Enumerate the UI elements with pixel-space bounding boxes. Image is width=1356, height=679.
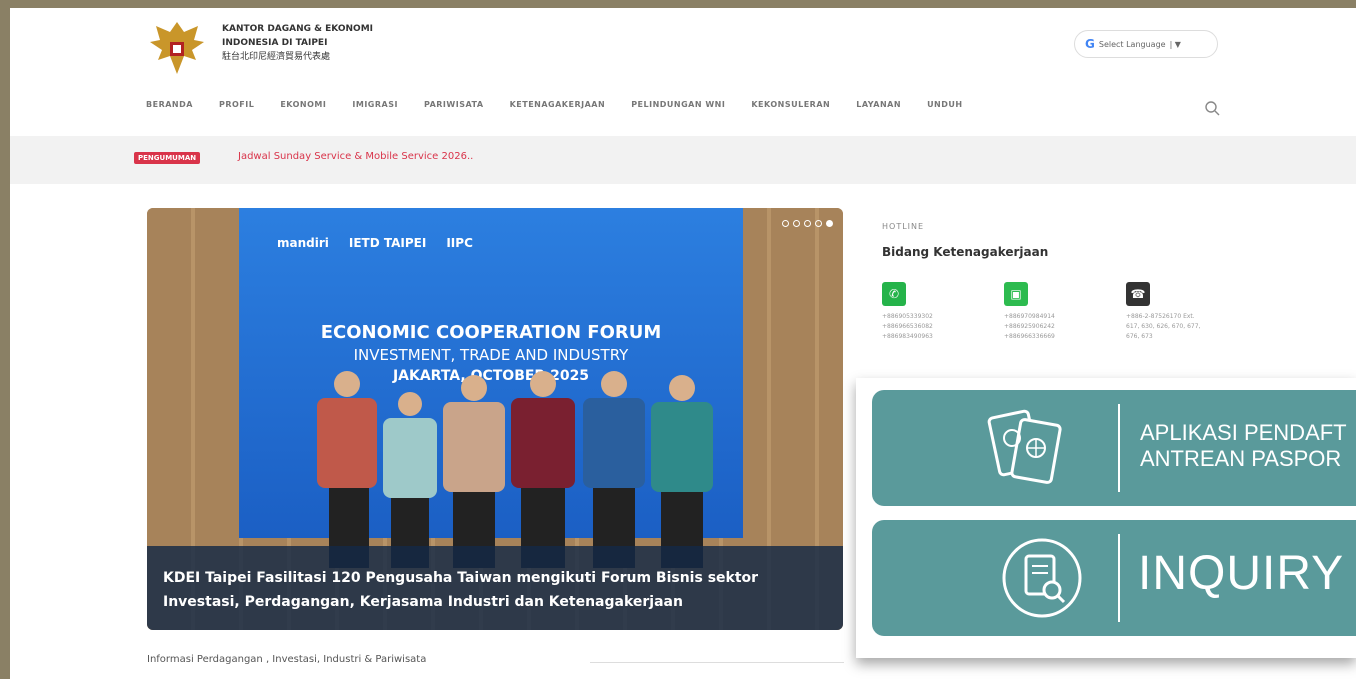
telephone-column: ☎ +886-2-87526170 Ext. 617, 630, 626, 67… [1126,282,1236,342]
announcement-ticker: PENGUMUMAN Jadwal Sunday Service & Mobil… [10,136,1356,184]
slider-dot-active[interactable] [826,220,833,227]
nav-beranda[interactable]: BERANDA [146,100,193,109]
org-name[interactable]: KANTOR DAGANG & EKONOMI INDONESIA DI TAI… [222,22,373,64]
slider-caption: KDEI Taipei Fasilitasi 120 Pengusaha Tai… [147,546,843,630]
hotline-panel: HOTLINE Bidang Ketenagakerjaan ✆ +886905… [882,222,1242,340]
google-icon: G [1085,37,1095,51]
nav-ekonomi[interactable]: EKONOMI [280,100,326,109]
phone-number[interactable]: +886970984914 [1004,312,1114,322]
nav-kekonsuleran[interactable]: KEKONSULERAN [751,100,830,109]
slider-pagination [782,220,833,227]
document-search-icon [1002,538,1082,618]
event-logos: mandiri IETD TAIPEI IIPC [277,236,473,250]
telephone-numbers: +886-2-87526170 Ext. 617, 630, 626, 670,… [1126,312,1236,342]
line-app-icon[interactable]: ▣ [1004,282,1028,306]
slider-dot[interactable] [793,220,800,227]
phone-number[interactable]: 617, 630, 626, 670, 677, [1126,322,1236,332]
org-name-line2: INDONESIA DI TAIPEI [222,38,328,48]
passport-banner-text: APLIKASI PENDAFT ANTREAN PASPOR [1140,420,1347,472]
nav-imigrasi[interactable]: IMIGRASI [352,100,398,109]
nav-unduh[interactable]: UNDUH [927,100,963,109]
passport-icon [987,409,1062,484]
section-heading: Informasi Perdagangan , Investasi, Indus… [147,654,427,665]
nav-pelindungan-wni[interactable]: PELINDUNGAN WNI [631,100,725,109]
phone-number[interactable]: +886966336669 [1004,332,1114,342]
passport-banner-line2: ANTREAN PASPOR [1140,446,1342,471]
app-banners: APLIKASI PENDAFT ANTREAN PASPOR INQUIRY [856,378,1356,658]
section-divider [590,662,844,663]
language-select-label: Select Language [1098,39,1166,49]
event-logo: mandiri [277,236,329,250]
event-title: ECONOMIC COOPERATION FORUM [320,322,662,343]
org-name-line3: 駐台北印尼經濟貿易代表處 [222,52,331,62]
whatsapp-column: ✆ +886905339302 +886966536082 +886983490… [882,282,992,342]
news-slider[interactable]: mandiri IETD TAIPEI IIPC ECONOMIC COOPER… [147,208,843,630]
whatsapp-icon[interactable]: ✆ [882,282,906,306]
slider-dot[interactable] [804,220,811,227]
passport-queue-banner[interactable]: APLIKASI PENDAFT ANTREAN PASPOR [872,390,1356,506]
phone-number[interactable]: +886966536082 [882,322,992,332]
passport-banner-line1: APLIKASI PENDAFT [1140,420,1347,445]
garuda-emblem-icon[interactable] [146,18,208,80]
inquiry-banner[interactable]: INQUIRY [872,520,1356,636]
phone-number[interactable]: +886905339302 [882,312,992,322]
line-numbers: +886970984914 +886925906242 +88696633666… [1004,312,1114,342]
phone-number[interactable]: 676, 673 [1126,332,1236,342]
banner-divider [1118,404,1120,492]
phone-number[interactable]: +886-2-87526170 Ext. [1126,312,1236,322]
banner-divider [1118,534,1120,622]
inquiry-banner-text: INQUIRY [1138,547,1345,600]
nav-layanan[interactable]: LAYANAN [856,100,901,109]
announcement-link[interactable]: Jadwal Sunday Service & Mobile Service 2… [238,151,473,162]
event-logo: IETD TAIPEI [348,236,427,250]
page-frame: KANTOR DAGANG & EKONOMI INDONESIA DI TAI… [10,8,1356,679]
phone-icon[interactable]: ☎ [1126,282,1150,306]
announcement-badge: PENGUMUMAN [134,152,201,164]
slider-caption-text[interactable]: KDEI Taipei Fasilitasi 120 Pengusaha Tai… [163,566,823,614]
nav-profil[interactable]: PROFIL [219,100,254,109]
main-nav: BERANDA PROFIL EKONOMI IMIGRASI PARIWISA… [146,100,963,109]
nav-ketenagakerjaan[interactable]: KETENAGAKERJAAN [510,100,606,109]
chevron-down-icon: | ▼ [1169,39,1181,49]
language-select[interactable]: G Select Language | ▼ [1074,30,1218,58]
site-header: KANTOR DAGANG & EKONOMI INDONESIA DI TAI… [10,8,1356,136]
slider-dot[interactable] [782,220,789,227]
phone-number[interactable]: +886925906242 [1004,322,1114,332]
event-logo: IIPC [446,236,473,250]
nav-pariwisata[interactable]: PARIWISATA [424,100,484,109]
org-name-line1: KANTOR DAGANG & EKONOMI [222,24,374,34]
whatsapp-numbers: +886905339302 +886966536082 +88698349096… [882,312,992,342]
search-icon[interactable] [1204,100,1220,116]
phone-number[interactable]: +886983490963 [882,332,992,342]
hotline-label: HOTLINE [882,222,925,231]
slider-dot[interactable] [815,220,822,227]
hotline-department: Bidang Ketenagakerjaan [882,245,1049,259]
line-column: ▣ +886970984914 +886925906242 +886966336… [1004,282,1114,342]
